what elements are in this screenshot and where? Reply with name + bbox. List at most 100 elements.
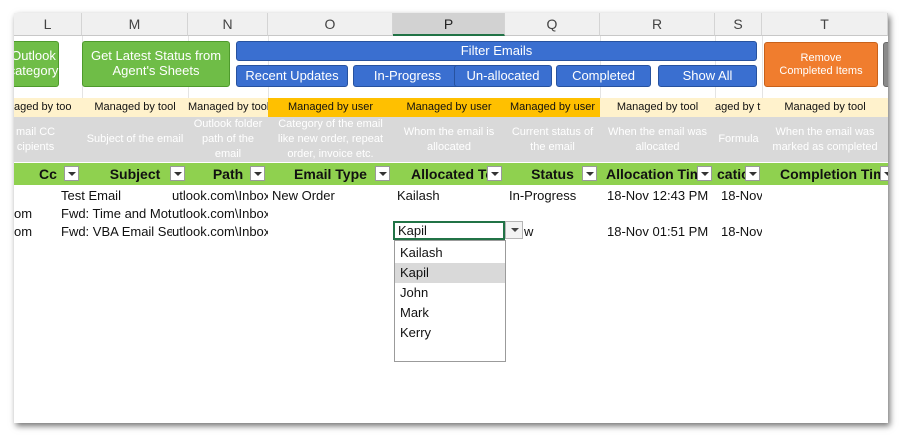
un-allocated-button[interactable]: Un-allocated <box>454 65 552 87</box>
filter-dropdown-icon[interactable] <box>375 166 390 181</box>
outlook-category-button[interactable]: Outlook category <box>14 41 59 87</box>
cell-s[interactable]: 18-Nov <box>721 187 762 205</box>
validation-dropdown-list: Kailash Kapil John Mark Kerry <box>394 240 506 362</box>
managed-by-t: Managed by tool <box>762 98 888 117</box>
cell-path[interactable]: utlook.com\Inbox <box>172 223 268 241</box>
description-n: Outlook folder path of the email <box>188 117 268 162</box>
remove-completed-items-label: Remove Completed Items <box>779 51 863 77</box>
managed-by-q: Managed by user <box>505 98 600 117</box>
header-subject: Subject <box>82 163 188 185</box>
header-path-label: Path <box>212 166 244 182</box>
description-m: Subject of the email <box>82 117 188 162</box>
managed-by-o: Managed by user <box>268 98 393 117</box>
extra-button[interactable] <box>883 42 888 87</box>
header-email-type: Email Type <box>268 163 393 185</box>
cell-status[interactable]: In-Progress <box>509 187 599 205</box>
description-l: mail CC cipients <box>14 117 82 162</box>
chevron-down-icon <box>511 228 519 232</box>
managed-by-l: aged by too <box>14 98 82 117</box>
filter-emails-button[interactable]: Filter Emails <box>236 41 757 61</box>
filter-dropdown-icon[interactable] <box>582 166 597 181</box>
dropdown-option-kailash[interactable]: Kailash <box>395 243 505 263</box>
filter-dropdown-icon[interactable] <box>170 166 185 181</box>
outlook-category-label: Outlook category <box>14 48 59 78</box>
cell-email-type[interactable]: New Order <box>272 187 392 205</box>
header-completion-time-label: Completion Time <box>780 166 888 182</box>
filter-dropdown-icon[interactable] <box>64 166 79 181</box>
in-progress-button[interactable]: In-Progress <box>353 65 462 87</box>
column-header-l[interactable]: L <box>14 13 82 36</box>
header-completion-time: Completion Time <box>762 163 888 185</box>
cell-status[interactable]: w <box>524 223 599 241</box>
cell-path[interactable]: utlook.com\Inbox <box>172 205 268 223</box>
header-s: catio <box>715 163 762 185</box>
header-status-label: Status <box>531 166 574 182</box>
column-header-t[interactable]: T <box>762 13 888 36</box>
managed-by-m: Managed by tool <box>82 98 188 117</box>
description-s: Formula <box>715 117 762 162</box>
cell-cc[interactable]: om <box>14 223 54 241</box>
dropdown-option-mark[interactable]: Mark <box>395 303 505 323</box>
filter-dropdown-icon[interactable] <box>745 166 760 181</box>
header-cc: Cc <box>14 163 82 185</box>
spreadsheet: L M N O P Q R S T Outlook category Get L… <box>14 13 888 423</box>
column-header-r[interactable]: R <box>600 13 715 36</box>
show-all-button[interactable]: Show All <box>658 65 757 87</box>
recent-updates-button[interactable]: Recent Updates <box>236 65 348 87</box>
cell-path[interactable]: utlook.com\Inbox <box>172 187 268 205</box>
dropdown-option-kapil[interactable]: Kapil <box>395 263 505 283</box>
header-allocated-to-label: Allocated To <box>411 166 494 182</box>
header-subject-label: Subject <box>109 166 161 182</box>
get-latest-status-button[interactable]: Get Latest Status from Agent's Sheets <box>82 41 230 87</box>
column-header-p[interactable]: P <box>393 13 505 36</box>
managed-by-n: Managed by tool <box>188 98 268 117</box>
grid-line <box>762 36 763 98</box>
completed-button[interactable]: Completed <box>556 65 651 87</box>
dropdown-option-kerry[interactable]: Kerry <box>395 323 505 343</box>
column-header-o[interactable]: O <box>268 13 393 36</box>
filter-emails-label: Filter Emails <box>460 42 533 58</box>
column-header-m[interactable]: M <box>82 13 188 36</box>
remove-completed-items-button[interactable]: Remove Completed Items <box>764 42 878 87</box>
managed-by-p: Managed by user <box>393 98 505 117</box>
header-email-type-label: Email Type <box>294 166 367 182</box>
description-r: When the email was allocated <box>600 117 715 162</box>
header-status: Status <box>505 163 600 185</box>
cell-subject[interactable]: Fwd: VBA Email Sen <box>61 223 172 241</box>
description-o: Category of the email like new order, re… <box>268 117 393 162</box>
column-header-n[interactable]: N <box>188 13 268 36</box>
description-t: When the email was marked as completed <box>762 117 888 162</box>
column-header-s[interactable]: S <box>715 13 762 36</box>
active-cell-allocated-to[interactable]: Kapil <box>393 221 505 240</box>
header-allocation-time-label: Allocation Time <box>606 166 710 182</box>
get-latest-status-label: Get Latest Status from Agent's Sheets <box>90 48 222 78</box>
column-header-q[interactable]: Q <box>505 13 600 36</box>
header-cc-label: Cc <box>39 166 57 182</box>
filter-dropdown-icon[interactable] <box>880 166 888 181</box>
description-q: Current status of the email <box>505 117 600 162</box>
cell-s[interactable]: 18-Nov <box>721 223 762 241</box>
in-progress-label: In-Progress <box>373 67 442 83</box>
filter-dropdown-icon[interactable] <box>697 166 712 181</box>
cell-cc[interactable]: om <box>14 205 54 223</box>
managed-by-s: aged by t <box>715 98 762 117</box>
header-allocated-to: Allocated To <box>393 163 505 185</box>
completed-label: Completed <box>572 67 635 83</box>
un-allocated-label: Un-allocated <box>466 67 540 83</box>
description-p: Whom the email is allocated <box>393 117 505 162</box>
managed-by-r: Managed by tool <box>600 98 715 117</box>
active-cell-value: Kapil <box>398 223 427 238</box>
filter-dropdown-icon[interactable] <box>487 166 502 181</box>
filter-dropdown-icon[interactable] <box>250 166 265 181</box>
cell-allocated-to[interactable]: Kailash <box>397 187 502 205</box>
dropdown-option-john[interactable]: John <box>395 283 505 303</box>
cell-subject[interactable]: Test Email <box>61 187 188 205</box>
cell-subject[interactable]: Fwd: Time and Moti <box>61 205 172 223</box>
cell-allocation-time[interactable]: 18-Nov 12:43 PM <box>607 187 715 205</box>
show-all-label: Show All <box>682 67 733 83</box>
header-path: Path <box>188 163 268 185</box>
recent-updates-label: Recent Updates <box>245 67 339 83</box>
cell-allocation-time[interactable]: 18-Nov 01:51 PM <box>607 223 715 241</box>
header-allocation-time: Allocation Time <box>600 163 715 185</box>
validation-dropdown-arrow[interactable] <box>505 221 523 239</box>
